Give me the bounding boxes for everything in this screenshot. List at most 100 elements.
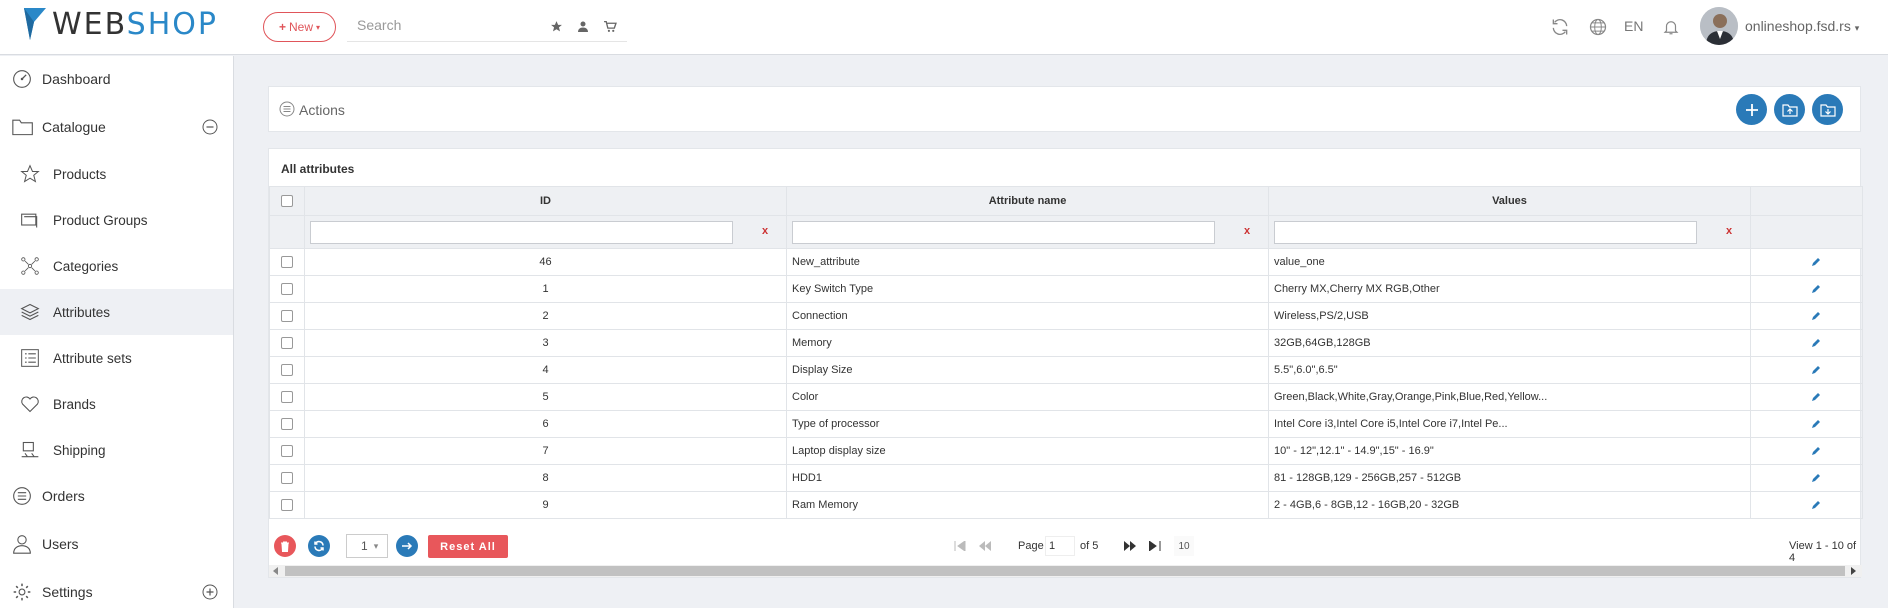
shop-name[interactable]: onlineshop.fsd.rs ▾ (1745, 18, 1859, 34)
table-row[interactable]: 6 Type of processor Intel Core i3,Intel Co… (269, 410, 1863, 438)
row-checkbox[interactable] (281, 472, 293, 484)
page-size-select[interactable]: 1 ▾ (346, 534, 388, 558)
language-selector[interactable]: EN (1624, 18, 1643, 34)
star-icon (20, 164, 40, 183)
table-row[interactable]: 3 Memory 32GB,64GB,128GB (269, 329, 1863, 357)
id-filter-input[interactable] (310, 221, 733, 244)
sidebar-item-catalogue[interactable]: Catalogue (0, 104, 233, 150)
logo-text: WEBSHOP (52, 6, 218, 42)
add-attribute-button[interactable] (1736, 94, 1767, 125)
table-row[interactable]: 4 Display Size 5.5",6.0",6.5" (269, 356, 1863, 384)
row-checkbox[interactable] (281, 364, 293, 376)
dashboard-icon (13, 70, 31, 88)
sidebar: Dashboard Catalogue Products Product Gro… (0, 56, 234, 608)
globe-icon[interactable] (1588, 17, 1608, 37)
prev-page-icon[interactable] (979, 541, 991, 551)
select-all-checkbox[interactable] (281, 195, 293, 207)
trash-icon (281, 541, 289, 552)
expand-icon[interactable] (202, 584, 218, 600)
edit-pencil-icon[interactable] (1811, 365, 1821, 375)
cell-values: 10" - 12",12.1" - 14.9",15" - 16.9" (1268, 437, 1751, 465)
clear-name-filter[interactable]: x (1244, 225, 1250, 237)
sidebar-item-products[interactable]: Products (0, 151, 233, 197)
row-checkbox[interactable] (281, 418, 293, 430)
sidebar-item-dashboard[interactable]: Dashboard (0, 56, 233, 102)
sidebar-item-settings[interactable]: Settings (0, 569, 233, 608)
page-label: Page (1018, 540, 1044, 552)
rows-per-page[interactable]: 10 (1174, 536, 1194, 556)
row-checkbox[interactable] (281, 256, 293, 268)
edit-pencil-icon[interactable] (1811, 446, 1821, 456)
collapse-icon[interactable] (202, 119, 218, 135)
edit-pencil-icon[interactable] (1811, 419, 1821, 429)
avatar[interactable] (1700, 7, 1738, 45)
page-number-input[interactable]: 1 (1045, 536, 1075, 556)
reset-all-button[interactable]: Reset All (428, 535, 508, 558)
user-icon[interactable] (577, 20, 589, 33)
edit-pencil-icon[interactable] (1811, 311, 1821, 321)
export-button[interactable] (1812, 94, 1843, 125)
clear-id-filter[interactable]: x (762, 225, 768, 237)
horizontal-scrollbar[interactable] (269, 565, 1862, 577)
row-checkbox[interactable] (281, 499, 293, 511)
edit-pencil-icon[interactable] (1811, 284, 1821, 294)
last-page-icon[interactable] (1149, 541, 1161, 551)
sidebar-item-attributes[interactable]: Attributes (0, 289, 233, 335)
page-count: of 5 (1080, 540, 1099, 552)
edit-pencil-icon[interactable] (1811, 500, 1821, 510)
scroll-right-icon[interactable] (1851, 567, 1857, 575)
chevron-down-icon: ▾ (1854, 23, 1860, 33)
row-checkbox[interactable] (281, 310, 293, 322)
sidebar-item-shipping[interactable]: Shipping (0, 427, 233, 473)
row-checkbox[interactable] (281, 337, 293, 349)
sidebar-item-product-groups[interactable]: Product Groups (0, 197, 233, 243)
column-header-name[interactable]: Attribute name (786, 186, 1269, 216)
edit-pencil-icon[interactable] (1811, 473, 1821, 483)
edit-pencil-icon[interactable] (1811, 392, 1821, 402)
name-filter-input[interactable] (792, 221, 1215, 244)
row-checkbox[interactable] (281, 283, 293, 295)
column-header-values[interactable]: Values (1268, 186, 1751, 216)
values-filter-input[interactable] (1274, 221, 1697, 244)
table-row[interactable]: 7 Laptop display size 10" - 12",12.1" - 14… (269, 437, 1863, 465)
cart-icon[interactable] (603, 20, 617, 33)
sidebar-item-brands[interactable]: Brands (0, 381, 233, 427)
table-row[interactable]: 9 Ram Memory 2 - 4GB,6 - 8GB,12 - 16GB,20 … (269, 491, 1863, 519)
row-checkbox[interactable] (281, 445, 293, 457)
row-checkbox[interactable] (281, 391, 293, 403)
new-button[interactable]: + New ▾ (263, 12, 336, 42)
search-input[interactable] (357, 17, 537, 33)
folder-export-icon (1819, 103, 1836, 117)
table-title: All attributes (281, 162, 355, 176)
search-bar (347, 12, 627, 42)
scroll-thumb[interactable] (285, 566, 1845, 576)
edit-pencil-icon[interactable] (1811, 257, 1821, 267)
webshop-logo[interactable]: WEBSHOP (22, 6, 218, 42)
delete-selected-button[interactable] (274, 535, 296, 557)
next-page-icon[interactable] (1124, 541, 1136, 551)
attributes-panel: All attributes ID Attribute name Values … (268, 148, 1863, 578)
table-row[interactable]: 46 New_attribute value_one (269, 248, 1863, 276)
clear-values-filter[interactable]: x (1726, 225, 1732, 237)
chevron-down-icon: ▾ (316, 22, 321, 32)
import-button[interactable] (1774, 94, 1805, 125)
select-all-cell[interactable] (269, 186, 305, 216)
column-header-id[interactable]: ID (304, 186, 787, 216)
sidebar-item-attribute-sets[interactable]: Attribute sets (0, 335, 233, 381)
edit-pencil-icon[interactable] (1811, 338, 1821, 348)
table-row[interactable]: 5 Color Green,Black,White,Gray,Orange,Pink… (269, 383, 1863, 411)
actions-panel: Actions (268, 86, 1861, 132)
go-button[interactable] (396, 535, 418, 557)
sidebar-item-orders[interactable]: Orders (0, 473, 233, 519)
bell-icon[interactable] (1662, 17, 1680, 37)
first-page-icon[interactable] (954, 541, 966, 551)
table-row[interactable]: 1 Key Switch Type Cherry MX,Cherry MX RGB,… (269, 275, 1863, 303)
sidebar-item-categories[interactable]: Categories (0, 243, 233, 289)
refresh-table-button[interactable] (308, 535, 330, 557)
star-icon[interactable] (550, 20, 563, 33)
refresh-icon[interactable] (1550, 17, 1570, 37)
table-row[interactable]: 8 HDD1 81 - 128GB,129 - 256GB,257 - 512GB (269, 464, 1863, 492)
scroll-left-icon[interactable] (273, 567, 279, 575)
table-row[interactable]: 2 Connection Wireless,PS/2,USB (269, 302, 1863, 330)
sidebar-item-users[interactable]: Users (0, 521, 233, 567)
